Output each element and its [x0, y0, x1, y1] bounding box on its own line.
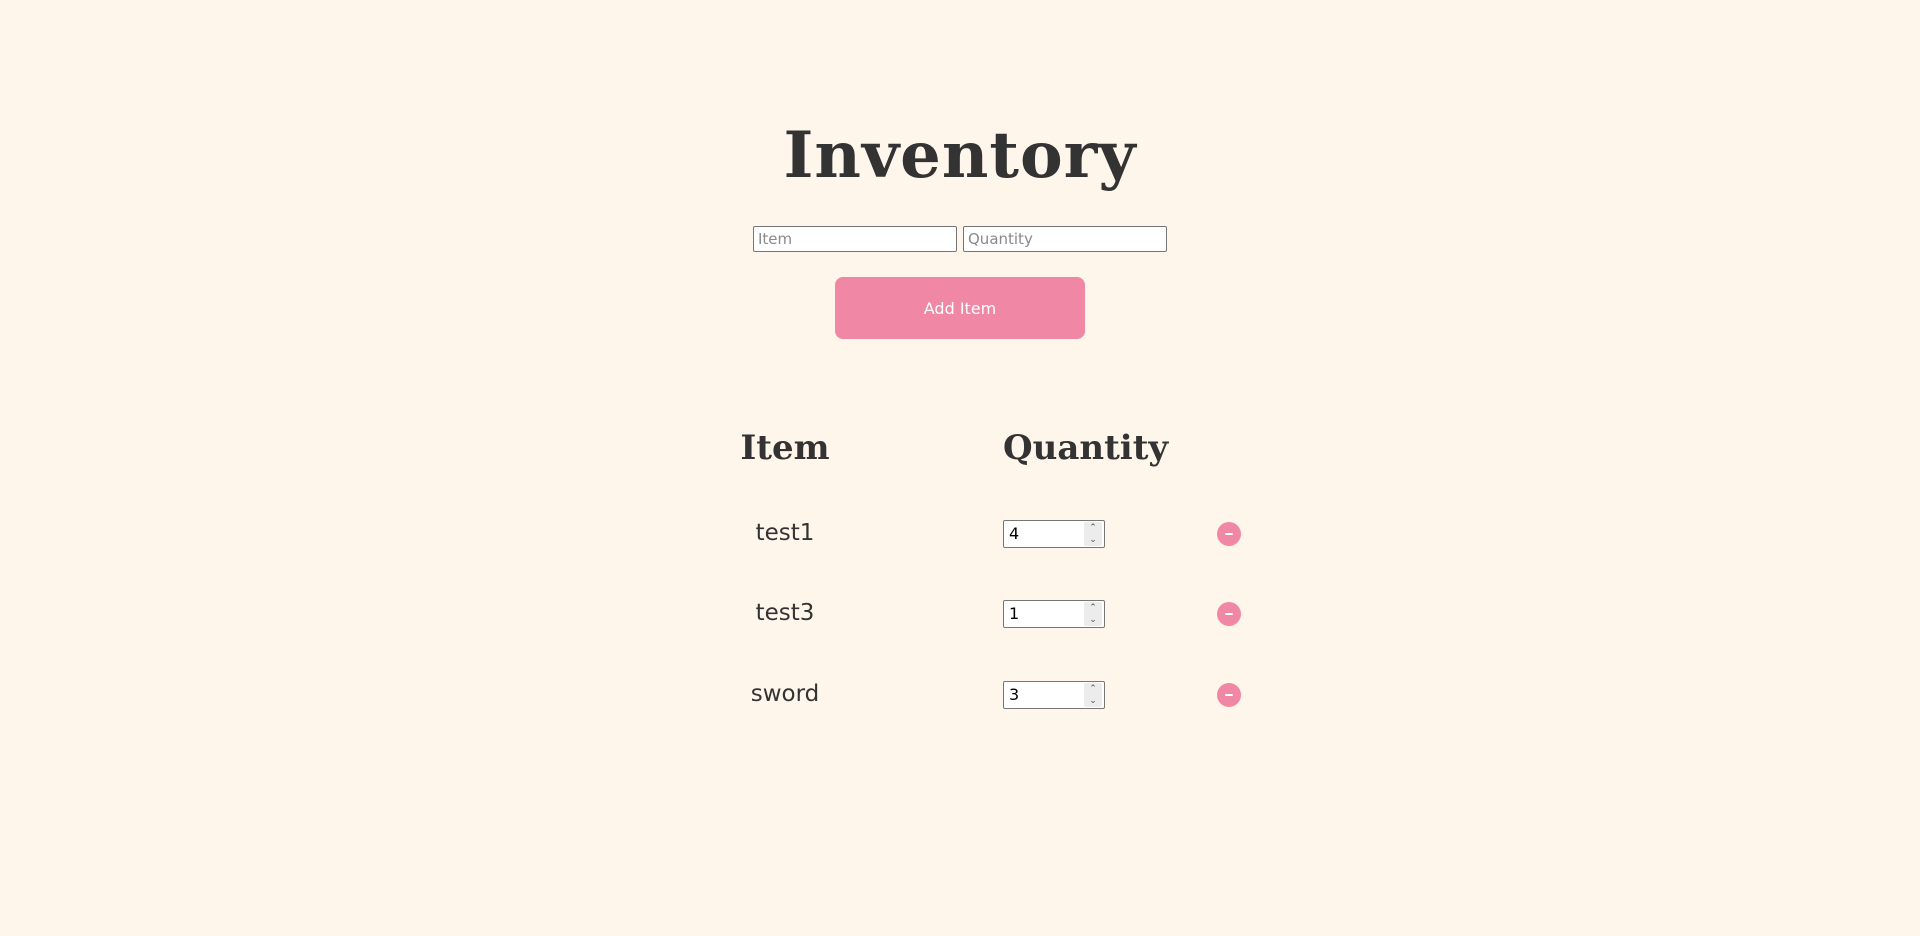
minus-circle-icon[interactable] — [1217, 683, 1241, 707]
quantity-value: 1 — [1009, 604, 1020, 623]
page-title: Inventory — [783, 118, 1137, 193]
chevron-down-icon[interactable]: ⌄ — [1087, 695, 1099, 707]
minus-circle-icon[interactable] — [1217, 602, 1241, 626]
item-name: test3 — [755, 600, 815, 626]
inventory-row: sword 3 ⌃ ⌄ — [0, 674, 1920, 714]
stepper-arrows[interactable]: ⌃ ⌄ — [1084, 522, 1102, 546]
add-item-button[interactable]: Add Item — [835, 277, 1085, 339]
quantity-value: 3 — [1009, 685, 1020, 704]
inventory-page: Inventory Add Item Item Quantity test1 4… — [0, 0, 1920, 936]
item-input[interactable] — [753, 226, 957, 252]
inventory-row: test1 4 ⌃ ⌄ — [0, 513, 1920, 553]
quantity-input[interactable] — [963, 226, 1167, 252]
quantity-stepper[interactable]: 1 ⌃ ⌄ — [1003, 600, 1105, 628]
quantity-stepper[interactable]: 3 ⌃ ⌄ — [1003, 681, 1105, 709]
stepper-arrows[interactable]: ⌃ ⌄ — [1084, 683, 1102, 707]
column-header-quantity: Quantity — [1003, 428, 1169, 468]
item-name: sword — [750, 681, 820, 707]
quantity-stepper[interactable]: 4 ⌃ ⌄ — [1003, 520, 1105, 548]
item-name: test1 — [755, 520, 815, 546]
chevron-up-icon[interactable]: ⌃ — [1087, 683, 1099, 695]
minus-circle-icon[interactable] — [1217, 522, 1241, 546]
inventory-row: test3 1 ⌃ ⌄ — [0, 593, 1920, 633]
add-item-form — [753, 226, 1167, 252]
stepper-arrows[interactable]: ⌃ ⌄ — [1084, 602, 1102, 626]
column-header-item: Item — [740, 428, 830, 468]
chevron-up-icon[interactable]: ⌃ — [1087, 602, 1099, 614]
chevron-down-icon[interactable]: ⌄ — [1087, 614, 1099, 626]
quantity-value: 4 — [1009, 524, 1020, 543]
chevron-up-icon[interactable]: ⌃ — [1087, 522, 1099, 534]
chevron-down-icon[interactable]: ⌄ — [1087, 534, 1099, 546]
